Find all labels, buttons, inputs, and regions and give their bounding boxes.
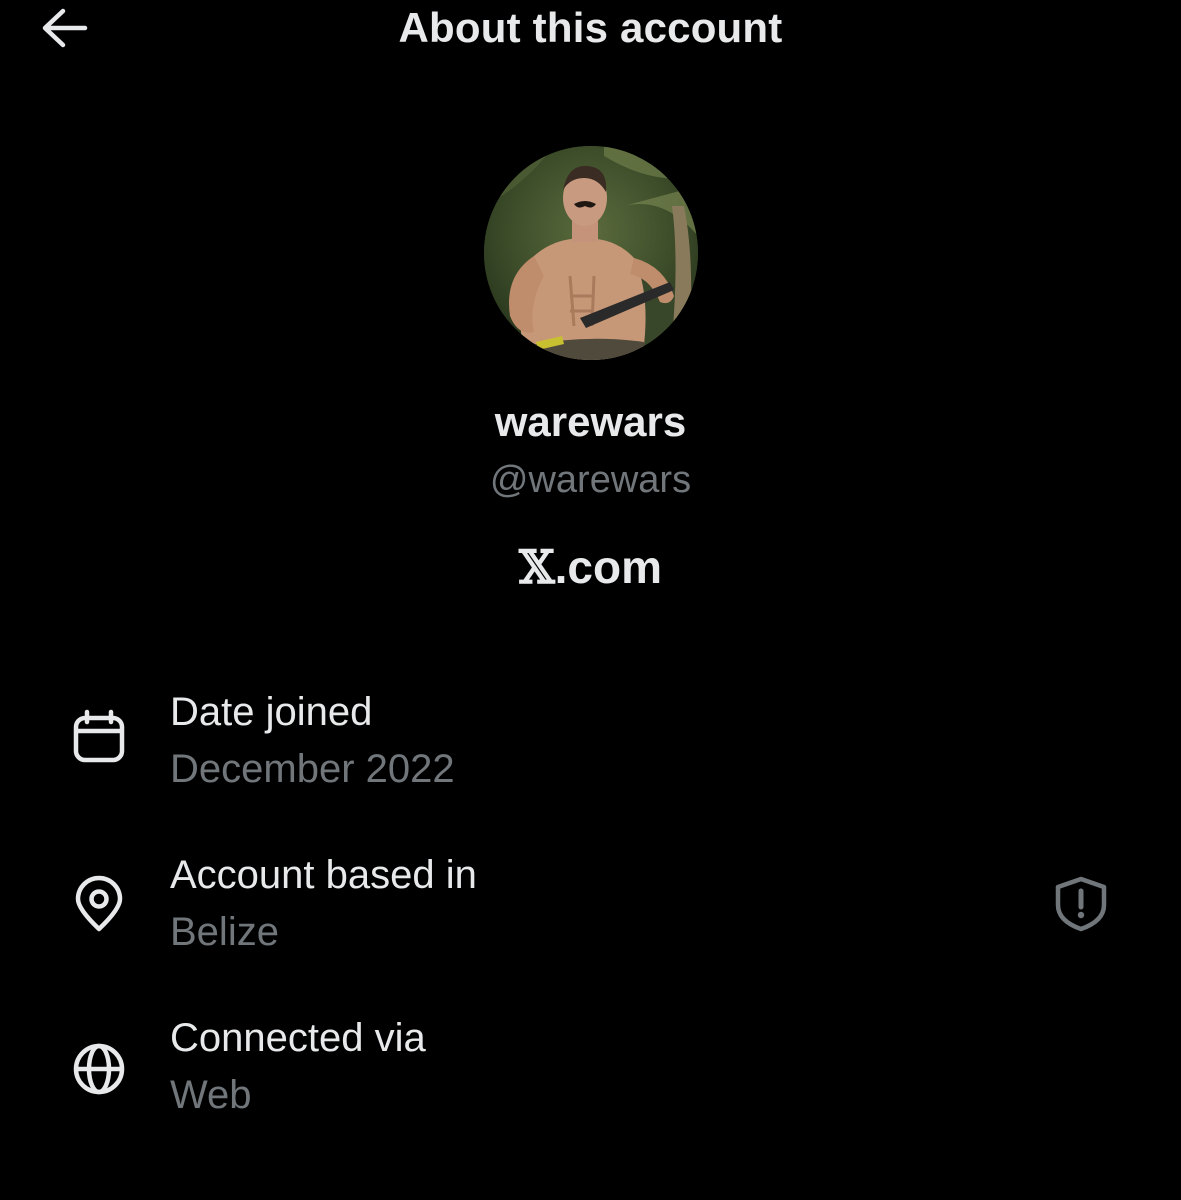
- display-name: warewars: [494, 398, 687, 445]
- detail-row-date-joined: Date joined December 2022: [0, 690, 1181, 810]
- calendar-icon: [73, 709, 125, 763]
- platform-suffix: .com: [554, 541, 663, 593]
- detail-value: December 2022: [170, 747, 455, 791]
- platform-domain: 𝕏.com: [0, 540, 1181, 594]
- shield-alert-icon[interactable]: [1052, 875, 1110, 933]
- detail-label: Date joined: [170, 690, 373, 734]
- detail-value: Belize: [170, 910, 279, 954]
- detail-label: Connected via: [170, 1016, 426, 1060]
- header: About this account: [0, 0, 1181, 60]
- detail-row-connected-via: Connected via Web: [0, 1016, 1181, 1136]
- avatar[interactable]: [484, 146, 698, 360]
- detail-value: Web: [170, 1073, 252, 1117]
- page-title: About this account: [398, 4, 783, 51]
- globe-icon: [73, 1043, 125, 1095]
- location-pin-icon: [75, 875, 123, 932]
- username-handle: @warewars: [489, 459, 692, 501]
- detail-row-account-based-in: Account based in Belize: [0, 853, 1181, 973]
- detail-label: Account based in: [170, 853, 477, 897]
- profile-photo: [484, 146, 698, 360]
- x-logo-glyph: 𝕏: [518, 540, 555, 594]
